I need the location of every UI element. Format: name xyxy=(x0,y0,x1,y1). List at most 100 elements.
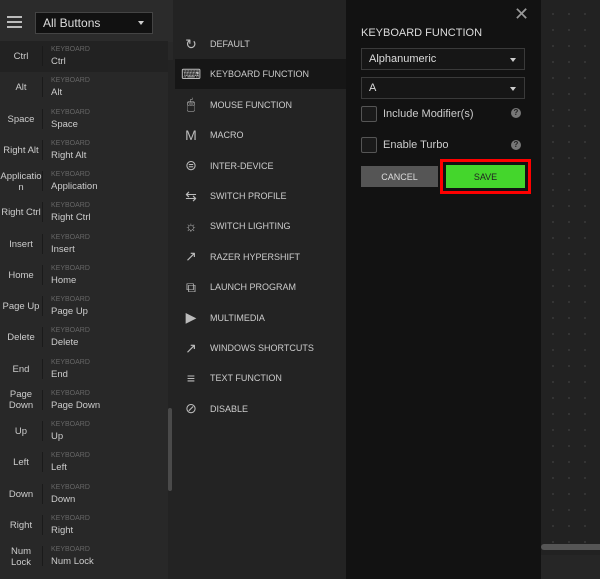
button-list-item[interactable]: Alt KEYBOARD Alt xyxy=(0,72,168,103)
menu-item-label: MOUSE FUNCTION xyxy=(210,99,292,110)
sun-icon: ☼ xyxy=(184,218,198,235)
menu-item-switch-profile[interactable]: ⇆ SWITCH PROFILE xyxy=(175,181,346,211)
scrollbar-thumb[interactable] xyxy=(168,408,172,491)
button-list-item[interactable]: Applicatio n KEYBOARD Application xyxy=(0,166,168,197)
button-list-item[interactable]: Right KEYBOARD Right xyxy=(0,510,168,541)
divider xyxy=(42,264,43,285)
button-list-item[interactable]: Delete KEYBOARD Delete xyxy=(0,322,168,353)
button-list-item[interactable]: Right Alt KEYBOARD Right Alt xyxy=(0,135,168,166)
divider xyxy=(42,389,43,410)
hamburger-menu-icon[interactable] xyxy=(7,16,22,28)
menu-item-default[interactable]: ↻ DEFAULT xyxy=(175,29,346,59)
divider xyxy=(42,139,43,160)
cancel-button[interactable]: CANCEL xyxy=(361,166,438,187)
enable-turbo-label: Enable Turbo xyxy=(383,139,449,151)
device-canvas xyxy=(541,0,600,579)
button-list-item[interactable]: Up KEYBOARD Up xyxy=(0,416,168,447)
button-list-item[interactable]: Page Down KEYBOARD Page Down xyxy=(0,385,168,416)
button-filter-dropdown[interactable]: All Buttons xyxy=(35,12,153,34)
menu-item-inter-device[interactable]: ⊜ INTER-DEVICE xyxy=(175,151,346,181)
menu-item-switch-lighting[interactable]: ☼ SWITCH LIGHTING xyxy=(175,211,346,241)
assignment-value: Delete xyxy=(51,337,79,349)
menu-item-label: TEXT FUNCTION xyxy=(210,373,282,384)
menu-item-label: SWITCH LIGHTING xyxy=(210,221,291,232)
menu-item-launch-program[interactable]: ⧉ LAUNCH PROGRAM xyxy=(175,272,346,302)
arrow-icon: ↗ xyxy=(185,339,197,356)
assignment-value: Left xyxy=(51,462,67,474)
divider xyxy=(42,296,43,316)
divider xyxy=(42,483,43,504)
assignment-type: KEYBOARD xyxy=(51,483,90,491)
menu-item-razer-hypershift[interactable]: ↗ RAZER HYPERSHIFT xyxy=(175,242,346,272)
assignment-value: Up xyxy=(51,431,64,442)
category-dropdown[interactable]: Alphanumeric xyxy=(361,48,525,70)
play-icon: ▶ xyxy=(185,309,197,326)
menu-item-label: MACRO xyxy=(210,130,244,141)
button-list-item[interactable]: Right Ctrl KEYBOARD Right Ctrl xyxy=(0,197,168,228)
menu-item-mouse-function[interactable]: 🖱 MOUSE FUNCTION xyxy=(175,90,346,120)
divider xyxy=(42,46,43,66)
include-modifiers-checkbox[interactable] xyxy=(361,106,377,122)
menu-item-keyboard-function[interactable]: ⌨ KEYBOARD FUNCTION xyxy=(175,59,346,90)
assignment-value: End xyxy=(51,368,68,380)
button-list-item[interactable]: End KEYBOARD End xyxy=(0,354,168,385)
save-button[interactable]: SAVE xyxy=(446,165,525,188)
function-menu: ↻ DEFAULT ⌨ KEYBOARD FUNCTION 🖱 MOUSE FUNCTIO… xyxy=(173,0,346,579)
menu-item-disable[interactable]: ⊘ DISABLE xyxy=(175,394,346,424)
menu-item-multimedia[interactable]: ▶ MULTIMEDIA xyxy=(175,303,346,333)
menu-item-label: DEFAULT xyxy=(210,39,250,49)
button-list-item[interactable]: Insert KEYBOARD Insert xyxy=(0,229,168,260)
button-name: Num Lock xyxy=(10,545,32,568)
chevron-down-icon xyxy=(510,87,516,91)
menu-item-text-function[interactable]: ≡ TEXT FUNCTION xyxy=(175,363,346,393)
divider xyxy=(42,77,43,98)
button-name: Alt xyxy=(15,82,27,94)
assignment-type: KEYBOARD xyxy=(51,452,90,460)
divider xyxy=(42,514,43,535)
button-name: Space xyxy=(7,113,35,125)
divider xyxy=(42,108,43,129)
help-icon[interactable]: ? xyxy=(511,140,521,150)
button-list-item[interactable]: Space KEYBOARD Space xyxy=(0,104,168,135)
arrow-icon: ↗ xyxy=(185,248,197,265)
chevron-down-icon xyxy=(138,21,144,25)
assignment-value: Space xyxy=(51,118,78,130)
button-list-item[interactable]: Down KEYBOARD Down xyxy=(0,479,168,510)
divider xyxy=(42,452,43,473)
assignment-value: Right Ctrl xyxy=(51,212,91,224)
divider xyxy=(42,171,43,191)
button-list-item[interactable]: Num Lock KEYBOARD Num Lock xyxy=(0,541,168,572)
menu-item-label: KEYBOARD FUNCTION xyxy=(210,69,310,80)
button-list-item[interactable]: Page Up KEYBOARD Page Up xyxy=(0,291,168,322)
assignment-type: KEYBOARD xyxy=(51,546,90,553)
assignment-type: KEYBOARD xyxy=(51,514,90,522)
button-name: End xyxy=(12,363,30,375)
help-icon[interactable]: ? xyxy=(511,108,521,118)
keyboard-icon: ⌨ xyxy=(181,65,202,82)
menu-item-windows-shortcuts[interactable]: ↗ WINDOWS SHORTCUTS xyxy=(175,333,346,363)
key-dropdown[interactable]: A xyxy=(361,77,525,99)
button-list-item[interactable]: Left KEYBOARD Left xyxy=(0,447,168,478)
button-name: Up xyxy=(14,426,28,437)
enable-turbo-checkbox[interactable] xyxy=(361,137,377,153)
button-name: Delete xyxy=(7,332,35,344)
divider xyxy=(42,327,43,348)
launch-icon: ⧉ xyxy=(186,278,196,295)
assignment-type: KEYBOARD xyxy=(51,171,90,178)
switch-icon: ⇆ xyxy=(185,187,197,204)
menu-item-macro[interactable]: M MACRO xyxy=(175,120,346,150)
close-icon[interactable]: ✕ xyxy=(514,4,529,25)
chevron-down-icon xyxy=(510,58,516,62)
horizontal-scrollbar[interactable] xyxy=(541,544,600,550)
assignment-type: KEYBOARD xyxy=(51,139,90,147)
inter-device-icon: ⊜ xyxy=(185,157,197,174)
button-list-item[interactable]: Home KEYBOARD Home xyxy=(0,260,168,291)
button-name: Right Ctrl xyxy=(1,207,41,219)
button-name: Right xyxy=(9,519,33,531)
button-name: Page Up xyxy=(2,301,40,312)
key-value: A xyxy=(369,82,377,94)
button-list-item[interactable]: Ctrl KEYBOARD Ctrl xyxy=(0,41,168,72)
list-header: All Buttons xyxy=(0,0,173,42)
category-value: Alphanumeric xyxy=(369,53,437,65)
text-icon: ≡ xyxy=(186,370,196,387)
